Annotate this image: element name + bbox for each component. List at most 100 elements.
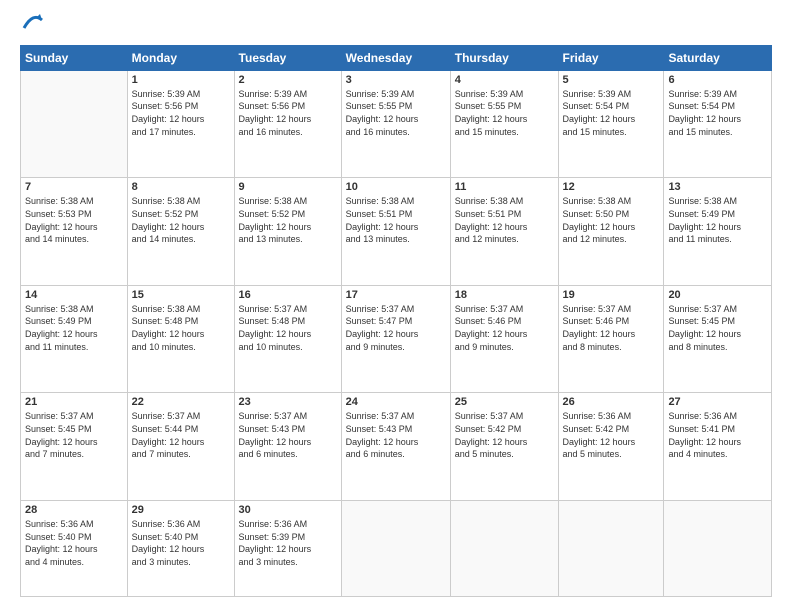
calendar-page: SundayMondayTuesdayWednesdayThursdayFrid… bbox=[0, 0, 792, 612]
calendar-cell: 25 Sunrise: 5:37 AMSunset: 5:42 PMDayligh… bbox=[450, 393, 558, 501]
week-row-3: 14 Sunrise: 5:38 AMSunset: 5:49 PMDayligh… bbox=[21, 285, 772, 393]
day-info: Sunrise: 5:37 AMSunset: 5:44 PMDaylight:… bbox=[132, 410, 230, 460]
logo-icon bbox=[20, 19, 44, 36]
calendar-cell: 6 Sunrise: 5:39 AMSunset: 5:54 PMDaylight… bbox=[664, 70, 772, 178]
day-info: Sunrise: 5:39 AMSunset: 5:55 PMDaylight:… bbox=[455, 88, 554, 138]
day-info: Sunrise: 5:37 AMSunset: 5:43 PMDaylight:… bbox=[346, 410, 446, 460]
calendar-cell: 5 Sunrise: 5:39 AMSunset: 5:54 PMDaylight… bbox=[558, 70, 664, 178]
day-info: Sunrise: 5:38 AMSunset: 5:53 PMDaylight:… bbox=[25, 195, 123, 245]
day-info: Sunrise: 5:38 AMSunset: 5:51 PMDaylight:… bbox=[455, 195, 554, 245]
weekday-header-row: SundayMondayTuesdayWednesdayThursdayFrid… bbox=[21, 45, 772, 70]
day-info: Sunrise: 5:38 AMSunset: 5:49 PMDaylight:… bbox=[25, 303, 123, 353]
day-number: 8 bbox=[132, 181, 230, 193]
day-number: 13 bbox=[668, 181, 767, 193]
day-info: Sunrise: 5:37 AMSunset: 5:47 PMDaylight:… bbox=[346, 303, 446, 353]
day-info: Sunrise: 5:36 AMSunset: 5:40 PMDaylight:… bbox=[25, 518, 123, 568]
calendar-cell bbox=[558, 500, 664, 596]
calendar-cell: 8 Sunrise: 5:38 AMSunset: 5:52 PMDaylight… bbox=[127, 178, 234, 286]
day-number: 7 bbox=[25, 181, 123, 193]
week-row-1: 1 Sunrise: 5:39 AMSunset: 5:56 PMDaylight… bbox=[21, 70, 772, 178]
day-number: 20 bbox=[668, 289, 767, 301]
calendar-cell: 20 Sunrise: 5:37 AMSunset: 5:45 PMDayligh… bbox=[664, 285, 772, 393]
calendar-cell bbox=[664, 500, 772, 596]
calendar-cell: 13 Sunrise: 5:38 AMSunset: 5:49 PMDayligh… bbox=[664, 178, 772, 286]
calendar-cell: 7 Sunrise: 5:38 AMSunset: 5:53 PMDaylight… bbox=[21, 178, 128, 286]
day-info: Sunrise: 5:38 AMSunset: 5:48 PMDaylight:… bbox=[132, 303, 230, 353]
weekday-header-sunday: Sunday bbox=[21, 45, 128, 70]
day-number: 1 bbox=[132, 74, 230, 86]
calendar-cell: 10 Sunrise: 5:38 AMSunset: 5:51 PMDayligh… bbox=[341, 178, 450, 286]
day-number: 24 bbox=[346, 396, 446, 408]
day-number: 15 bbox=[132, 289, 230, 301]
day-number: 21 bbox=[25, 396, 123, 408]
day-number: 16 bbox=[239, 289, 337, 301]
day-number: 5 bbox=[563, 74, 660, 86]
day-info: Sunrise: 5:37 AMSunset: 5:45 PMDaylight:… bbox=[25, 410, 123, 460]
day-number: 23 bbox=[239, 396, 337, 408]
weekday-header-thursday: Thursday bbox=[450, 45, 558, 70]
calendar-cell bbox=[341, 500, 450, 596]
day-number: 10 bbox=[346, 181, 446, 193]
day-info: Sunrise: 5:39 AMSunset: 5:56 PMDaylight:… bbox=[239, 88, 337, 138]
day-number: 2 bbox=[239, 74, 337, 86]
day-info: Sunrise: 5:39 AMSunset: 5:54 PMDaylight:… bbox=[668, 88, 767, 138]
day-info: Sunrise: 5:37 AMSunset: 5:46 PMDaylight:… bbox=[563, 303, 660, 353]
calendar-cell: 12Sunrise: 5:38 AMSunset: 5:50 PMDayligh… bbox=[558, 178, 664, 286]
calendar-cell: 2 Sunrise: 5:39 AMSunset: 5:56 PMDaylight… bbox=[234, 70, 341, 178]
calendar-cell: 28Sunrise: 5:36 AMSunset: 5:40 PMDayligh… bbox=[21, 500, 128, 596]
day-number: 26 bbox=[563, 396, 660, 408]
logo bbox=[20, 15, 44, 37]
calendar-cell: 23 Sunrise: 5:37 AMSunset: 5:43 PMDayligh… bbox=[234, 393, 341, 501]
day-info: Sunrise: 5:39 AMSunset: 5:56 PMDaylight:… bbox=[132, 88, 230, 138]
day-info: Sunrise: 5:38 AMSunset: 5:49 PMDaylight:… bbox=[668, 195, 767, 245]
calendar-table: SundayMondayTuesdayWednesdayThursdayFrid… bbox=[20, 45, 772, 597]
calendar-cell: 1 Sunrise: 5:39 AMSunset: 5:56 PMDaylight… bbox=[127, 70, 234, 178]
day-number: 3 bbox=[346, 74, 446, 86]
day-info: Sunrise: 5:37 AMSunset: 5:42 PMDaylight:… bbox=[455, 410, 554, 460]
calendar-cell: 17Sunrise: 5:37 AMSunset: 5:47 PMDayligh… bbox=[341, 285, 450, 393]
calendar-cell: 30Sunrise: 5:36 AMSunset: 5:39 PMDayligh… bbox=[234, 500, 341, 596]
day-info: Sunrise: 5:39 AMSunset: 5:55 PMDaylight:… bbox=[346, 88, 446, 138]
day-number: 22 bbox=[132, 396, 230, 408]
calendar-cell bbox=[21, 70, 128, 178]
calendar-cell: 11 Sunrise: 5:38 AMSunset: 5:51 PMDayligh… bbox=[450, 178, 558, 286]
day-info: Sunrise: 5:36 AMSunset: 5:42 PMDaylight:… bbox=[563, 410, 660, 460]
day-info: Sunrise: 5:38 AMSunset: 5:52 PMDaylight:… bbox=[132, 195, 230, 245]
week-row-5: 28Sunrise: 5:36 AMSunset: 5:40 PMDayligh… bbox=[21, 500, 772, 596]
calendar-cell: 22 Sunrise: 5:37 AMSunset: 5:44 PMDayligh… bbox=[127, 393, 234, 501]
header bbox=[20, 15, 772, 37]
calendar-cell: 4 Sunrise: 5:39 AMSunset: 5:55 PMDaylight… bbox=[450, 70, 558, 178]
day-info: Sunrise: 5:39 AMSunset: 5:54 PMDaylight:… bbox=[563, 88, 660, 138]
day-number: 14 bbox=[25, 289, 123, 301]
day-number: 9 bbox=[239, 181, 337, 193]
calendar-cell: 15 Sunrise: 5:38 AMSunset: 5:48 PMDayligh… bbox=[127, 285, 234, 393]
day-number: 11 bbox=[455, 181, 554, 193]
calendar-cell: 19 Sunrise: 5:37 AMSunset: 5:46 PMDayligh… bbox=[558, 285, 664, 393]
calendar-cell: 16 Sunrise: 5:37 AMSunset: 5:48 PMDayligh… bbox=[234, 285, 341, 393]
day-info: Sunrise: 5:38 AMSunset: 5:52 PMDaylight:… bbox=[239, 195, 337, 245]
calendar-cell bbox=[450, 500, 558, 596]
day-info: Sunrise: 5:36 AMSunset: 5:41 PMDaylight:… bbox=[668, 410, 767, 460]
weekday-header-saturday: Saturday bbox=[664, 45, 772, 70]
calendar-cell: 21 Sunrise: 5:37 AMSunset: 5:45 PMDayligh… bbox=[21, 393, 128, 501]
week-row-2: 7 Sunrise: 5:38 AMSunset: 5:53 PMDaylight… bbox=[21, 178, 772, 286]
day-number: 6 bbox=[668, 74, 767, 86]
calendar-cell: 27 Sunrise: 5:36 AMSunset: 5:41 PMDayligh… bbox=[664, 393, 772, 501]
weekday-header-monday: Monday bbox=[127, 45, 234, 70]
day-info: Sunrise: 5:37 AMSunset: 5:45 PMDaylight:… bbox=[668, 303, 767, 353]
weekday-header-tuesday: Tuesday bbox=[234, 45, 341, 70]
calendar-cell: 18Sunrise: 5:37 AMSunset: 5:46 PMDayligh… bbox=[450, 285, 558, 393]
day-number: 25 bbox=[455, 396, 554, 408]
day-info: Sunrise: 5:37 AMSunset: 5:46 PMDaylight:… bbox=[455, 303, 554, 353]
day-info: Sunrise: 5:37 AMSunset: 5:48 PMDaylight:… bbox=[239, 303, 337, 353]
day-info: Sunrise: 5:37 AMSunset: 5:43 PMDaylight:… bbox=[239, 410, 337, 460]
weekday-header-friday: Friday bbox=[558, 45, 664, 70]
day-number: 4 bbox=[455, 74, 554, 86]
day-number: 12 bbox=[563, 181, 660, 193]
day-number: 27 bbox=[668, 396, 767, 408]
day-info: Sunrise: 5:36 AMSunset: 5:40 PMDaylight:… bbox=[132, 518, 230, 568]
day-number: 30 bbox=[239, 504, 337, 516]
calendar-cell: 3 Sunrise: 5:39 AMSunset: 5:55 PMDaylight… bbox=[341, 70, 450, 178]
day-number: 19 bbox=[563, 289, 660, 301]
day-info: Sunrise: 5:38 AMSunset: 5:51 PMDaylight:… bbox=[346, 195, 446, 245]
